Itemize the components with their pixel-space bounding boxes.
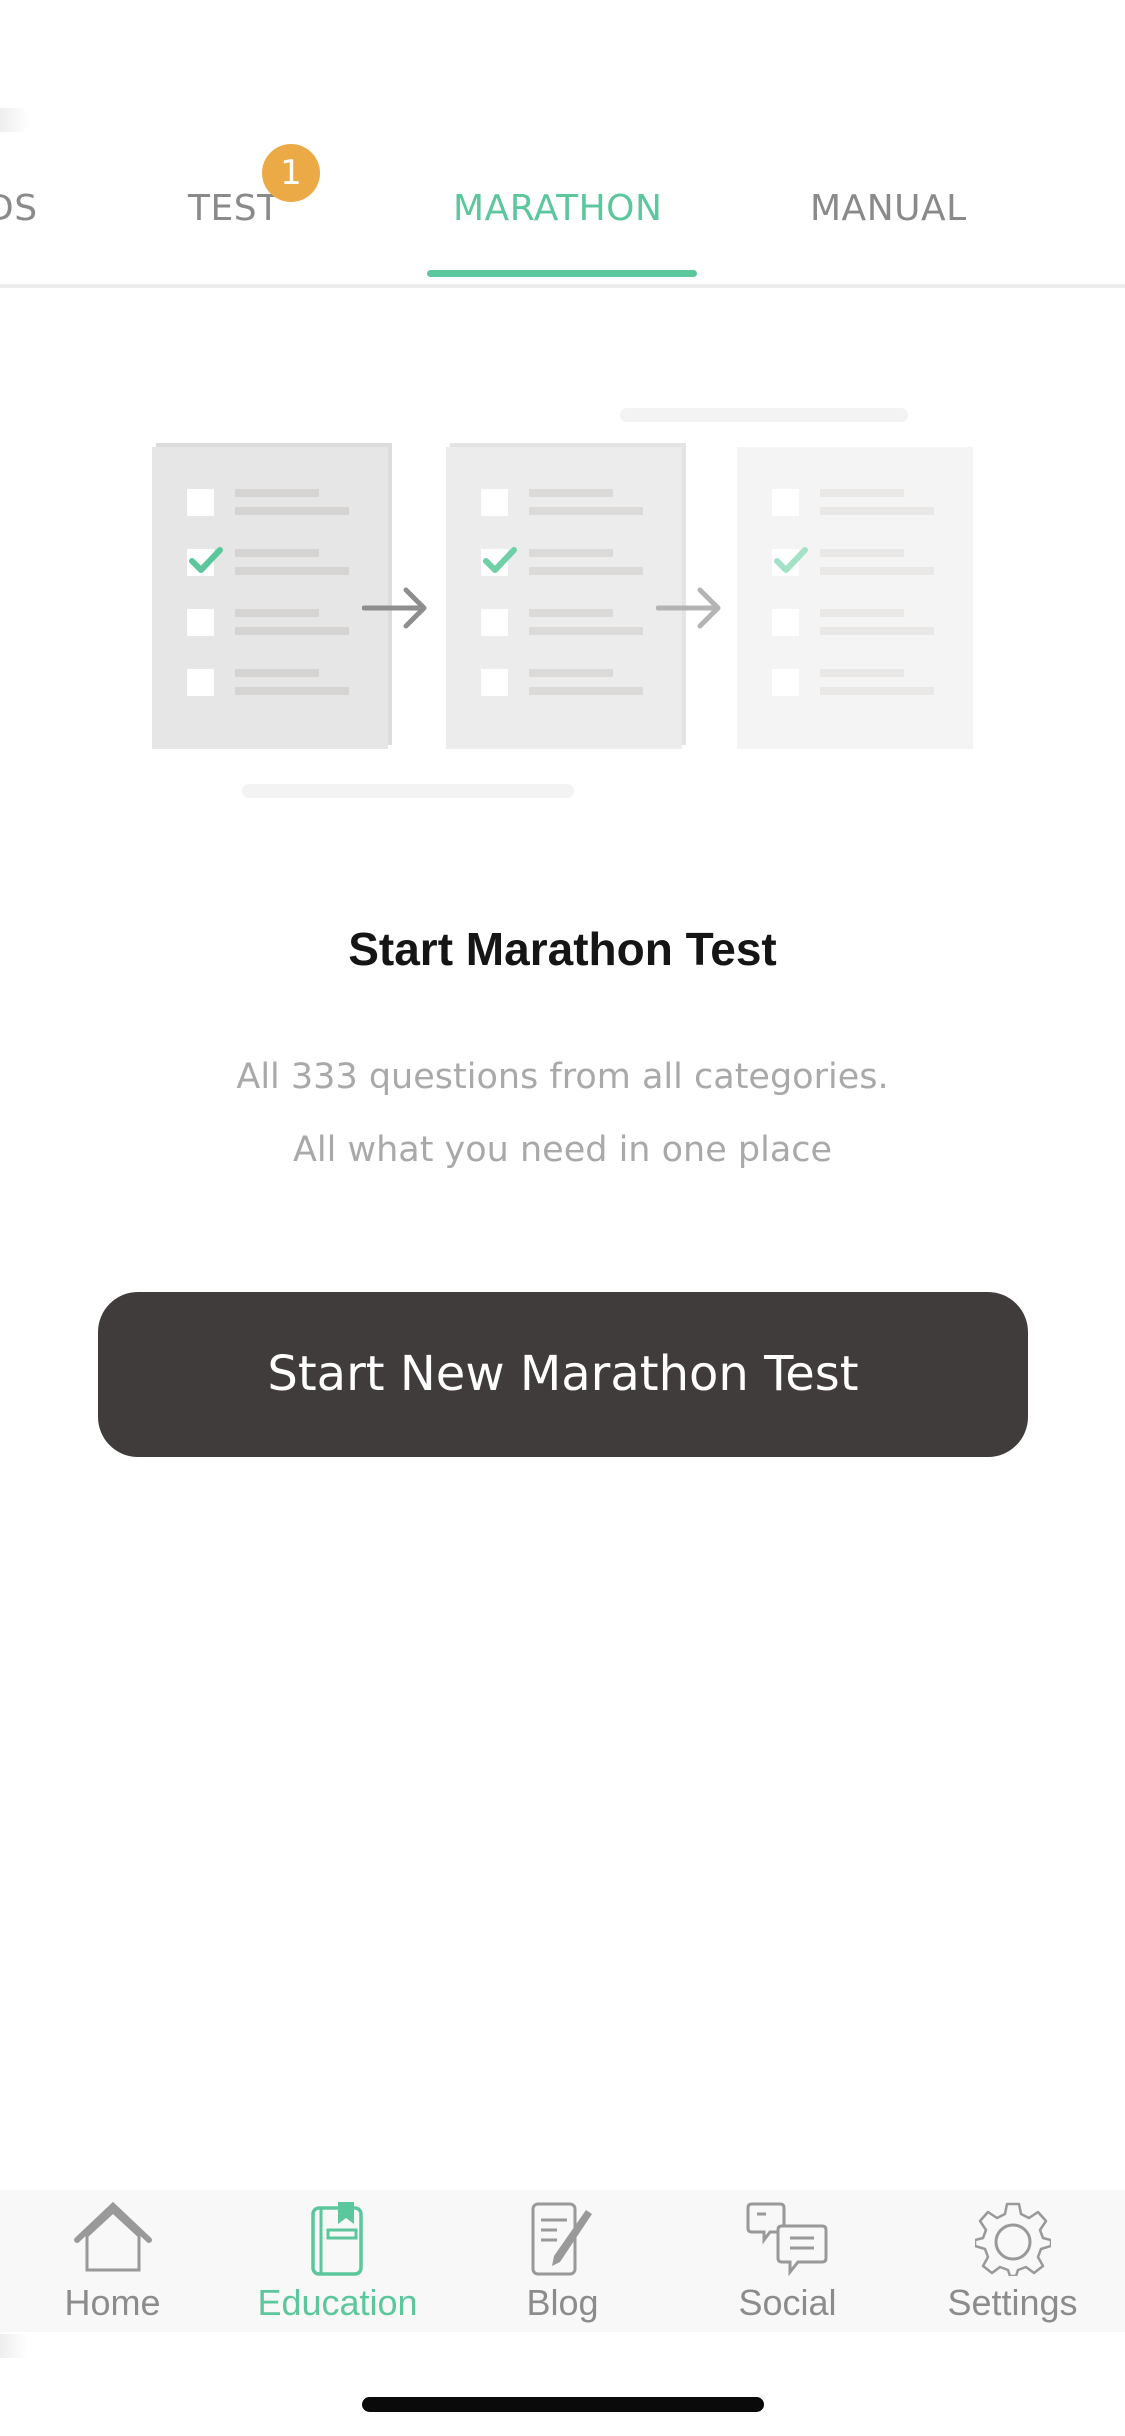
- arrow-right-icon: [362, 587, 427, 629]
- home-icon: [73, 2201, 152, 2272]
- edit-note-icon: [531, 2202, 592, 2276]
- tab-bar: DS TEST 1 MARATHON MANUAL: [0, 130, 1125, 288]
- marathon-illustration: [0, 400, 1125, 810]
- tab-videos-partial[interactable]: DS: [0, 188, 38, 229]
- scroll-ghost: [0, 108, 30, 132]
- notification-badge: 1: [262, 144, 320, 202]
- nav-settings[interactable]: Settings: [900, 2190, 1125, 2332]
- decor-pill: [620, 408, 908, 422]
- book-icon: [310, 2202, 363, 2276]
- checklist-sheet: [446, 447, 682, 749]
- nav-label: Home: [64, 2282, 161, 2323]
- chat-bubbles-icon: [746, 2202, 827, 2276]
- checkmark-icon: [189, 547, 223, 573]
- checkmark-icon: [483, 547, 517, 573]
- gear-icon: [974, 2202, 1051, 2276]
- decor-pill: [242, 784, 574, 798]
- tab-test[interactable]: TEST: [188, 188, 280, 229]
- home-indicator[interactable]: [362, 2397, 764, 2412]
- nav-education[interactable]: Education: [225, 2190, 450, 2332]
- nav-blog[interactable]: Blog: [450, 2190, 675, 2332]
- nav-label: Blog: [526, 2282, 599, 2323]
- bottom-tab-bar: Home Education Blog Social Settings: [0, 2190, 1125, 2332]
- active-tab-indicator: [427, 270, 697, 277]
- nav-home[interactable]: Home: [0, 2190, 225, 2332]
- arrow-right-icon: [656, 587, 721, 629]
- tab-marathon[interactable]: MARATHON: [453, 188, 662, 229]
- scroll-ghost: [0, 2334, 28, 2358]
- start-new-marathon-test-button[interactable]: Start New Marathon Test: [98, 1292, 1028, 1457]
- nav-label: Education: [257, 2282, 418, 2323]
- description-line-2: All what you need in one place: [292, 1130, 833, 1170]
- nav-label: Social: [738, 2282, 837, 2323]
- checkmark-icon: [774, 547, 808, 573]
- tab-manual[interactable]: MANUAL: [810, 188, 967, 229]
- nav-label: Settings: [947, 2282, 1078, 2323]
- checklist-sheet: [737, 447, 973, 749]
- nav-social[interactable]: Social: [675, 2190, 900, 2332]
- checklist-sheet: [152, 447, 388, 749]
- description-line-1: All 333 questions from all categories.: [236, 1057, 889, 1097]
- page-title: Start Marathon Test: [348, 923, 777, 975]
